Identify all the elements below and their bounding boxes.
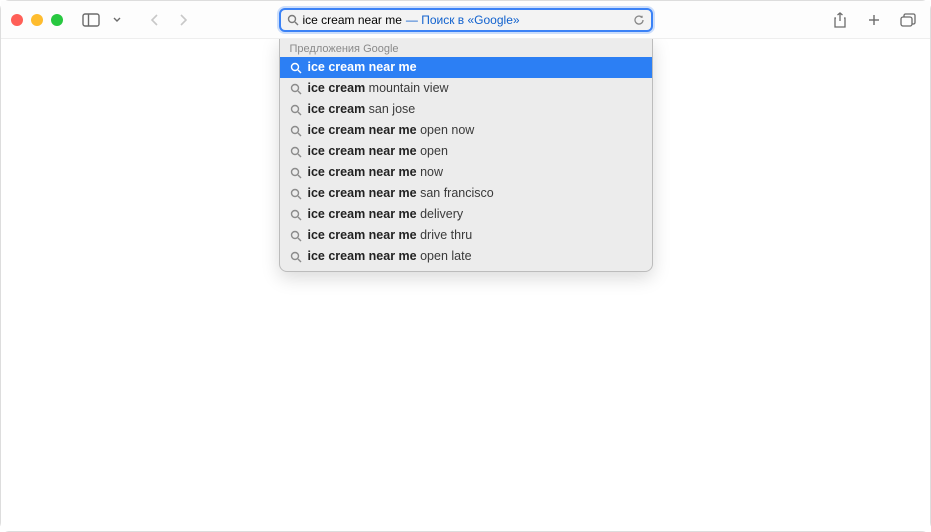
window-minimize-button[interactable] (31, 14, 43, 26)
search-icon (290, 125, 302, 137)
window-close-button[interactable] (11, 14, 23, 26)
address-bar-query: ice cream near me (303, 13, 402, 27)
suggestion-rest: open (417, 144, 448, 158)
suggestion-rest: san francisco (417, 186, 494, 200)
tab-overview-button[interactable] (896, 8, 920, 32)
suggestion-rest: delivery (417, 207, 464, 221)
reload-icon[interactable] (633, 14, 645, 26)
suggestion-bold: ice cream near me (308, 123, 417, 137)
suggestion-item[interactable]: ice cream near me now (280, 162, 652, 183)
search-icon (290, 146, 302, 158)
suggestion-item[interactable]: ice cream near me open (280, 141, 652, 162)
suggestion-item[interactable]: ice cream near me (280, 57, 652, 78)
suggestion-bold: ice cream near me (308, 249, 417, 263)
suggestion-bold: ice cream near me (308, 207, 417, 221)
search-icon (287, 14, 299, 26)
window-maximize-button[interactable] (51, 14, 63, 26)
suggestion-rest: now (417, 165, 443, 179)
address-bar[interactable]: ice cream near me — Поиск в «Google» (279, 8, 653, 32)
search-icon (290, 62, 302, 74)
suggestion-bold: ice cream near me (308, 186, 417, 200)
suggestion-bold: ice cream near me (308, 144, 417, 158)
search-icon (290, 188, 302, 200)
suggestion-item[interactable]: ice cream near me delivery (280, 204, 652, 225)
suggestion-bold: ice cream near me (308, 228, 417, 242)
search-icon (290, 83, 302, 95)
suggestion-bold: ice cream (308, 102, 366, 116)
suggestion-item[interactable]: ice cream near me san francisco (280, 183, 652, 204)
sidebar-dropdown-icon[interactable] (105, 8, 129, 32)
suggestion-item[interactable]: ice cream near me open now (280, 120, 652, 141)
suggestion-bold: ice cream near me (308, 165, 417, 179)
back-button[interactable] (143, 8, 167, 32)
search-icon (290, 251, 302, 263)
suggestions-dropdown: Предложения Google ice cream near meice … (279, 38, 653, 272)
new-tab-button[interactable] (862, 8, 886, 32)
suggestion-rest: mountain view (365, 81, 448, 95)
share-button[interactable] (828, 8, 852, 32)
suggestion-rest: drive thru (417, 228, 473, 242)
suggestions-header: Предложения Google (280, 39, 652, 57)
suggestion-bold: ice cream (308, 81, 366, 95)
sidebar-toggle-button[interactable] (79, 8, 103, 32)
suggestion-rest: san jose (365, 102, 415, 116)
suggestion-item[interactable]: ice cream near me drive thru (280, 225, 652, 246)
address-bar-hint: — Поиск в «Google» (406, 13, 520, 27)
suggestion-item[interactable]: ice cream mountain view (280, 78, 652, 99)
search-icon (290, 167, 302, 179)
suggestion-rest: open late (417, 249, 472, 263)
content-area: Предложения Google ice cream near meice … (1, 39, 930, 531)
traffic-lights (11, 14, 63, 26)
suggestion-item[interactable]: ice cream san jose (280, 99, 652, 120)
forward-button[interactable] (171, 8, 195, 32)
search-icon (290, 104, 302, 116)
suggestion-bold: ice cream near me (308, 60, 417, 74)
window-toolbar: ice cream near me — Поиск в «Google» (1, 1, 930, 39)
suggestion-item[interactable]: ice cream near me open late (280, 246, 652, 267)
search-icon (290, 230, 302, 242)
search-icon (290, 209, 302, 221)
suggestion-rest: open now (417, 123, 475, 137)
